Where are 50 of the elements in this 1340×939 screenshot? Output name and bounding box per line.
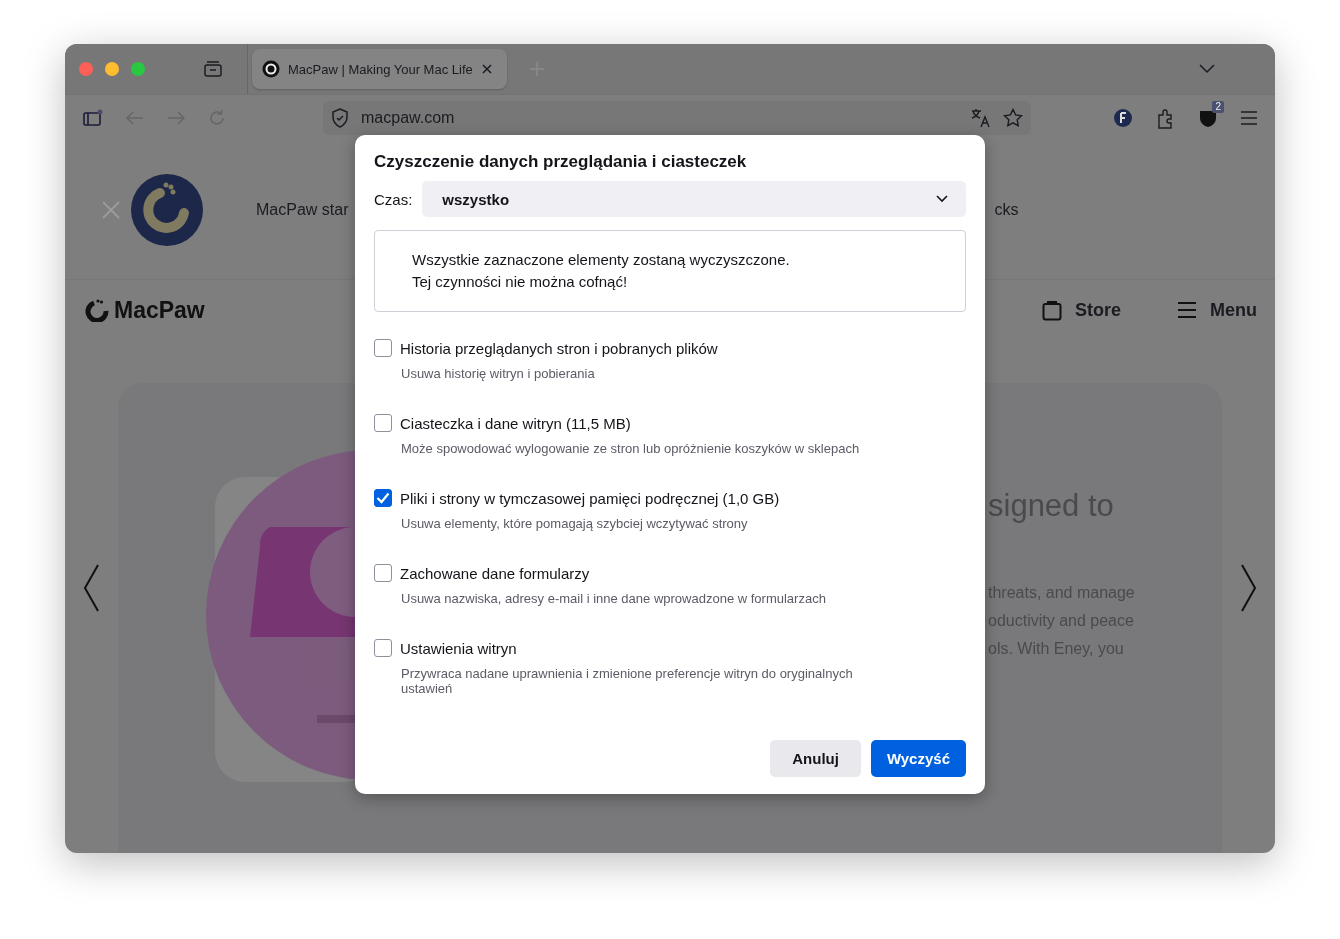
minimize-window-button[interactable] <box>105 62 119 76</box>
logo-icon <box>85 298 109 322</box>
extension-badge: 2 <box>1212 101 1224 113</box>
checkbox[interactable] <box>374 639 392 657</box>
menu-link[interactable]: Menu <box>1177 299 1257 321</box>
option-description: Może spowodować wylogowanie ze stron lub opróżnienie koszyków w sklepach <box>401 441 861 456</box>
banner-text: cks <box>994 201 1019 219</box>
shield-icon <box>331 108 349 128</box>
option-description: Usuwa historię witryn i pobierania <box>401 366 596 381</box>
option-description: Przywraca nadane uprawnienia i zmienione preferencje witryn do oryginalnych ustawień <box>401 666 854 696</box>
option-label: Historia przeglądanych stron i pobranych plików <box>400 339 718 357</box>
time-label: Czas: <box>374 190 413 208</box>
option-label: Zachowane dane formularzy <box>400 564 590 582</box>
tab-overview-icon[interactable] <box>203 60 223 78</box>
cancel-button[interactable]: Anuluj <box>770 740 861 777</box>
option-description: Usuwa nazwiska, adresy e-mail i inne dane wprowadzone w formularzach <box>401 591 827 606</box>
store-link[interactable]: Store <box>1042 299 1121 321</box>
checkbox[interactable] <box>374 489 392 507</box>
warning-text: Wszystkie zaznaczone elementy zostaną wyczyszczone. <box>412 251 791 268</box>
url-text: macpaw.com <box>361 109 455 127</box>
site-favicon-icon <box>262 60 280 78</box>
option-label: Ciasteczka i dane witryn (11,5 MB) <box>400 414 631 432</box>
sidebar-icon[interactable] <box>83 109 103 127</box>
app-logo-icon <box>130 173 204 247</box>
chevron-down-icon <box>936 195 948 203</box>
banner-text: MacPaw star <box>256 201 349 219</box>
time-range-dropdown[interactable]: wszystko <box>422 181 966 217</box>
logo-text: MacPaw <box>114 296 205 324</box>
star-icon[interactable] <box>1003 108 1023 128</box>
zoom-window-button[interactable] <box>131 62 145 76</box>
clear-button[interactable]: Wyczyść <box>870 740 966 777</box>
warning-text: Tej czynności nie można cofnąć! <box>412 273 629 290</box>
checkbox[interactable] <box>374 564 392 582</box>
browser-tab[interactable]: MacPaw | Making Your Mac Life <box>252 49 507 89</box>
chevron-down-icon[interactable] <box>1199 64 1215 74</box>
shield-extension-icon[interactable] <box>1199 108 1217 128</box>
extension-circle-icon[interactable] <box>1113 108 1133 128</box>
option-label: Ustawienia witryn <box>400 639 517 657</box>
close-icon[interactable] <box>480 63 493 75</box>
option-label: Pliki i strony w tymczasowej pamięci podręcznej (1,0 GB) <box>400 489 780 507</box>
checkbox[interactable] <box>374 339 392 357</box>
checkbox[interactable] <box>374 414 392 432</box>
tab-title: MacPaw | Making Your Mac Life <box>288 61 473 77</box>
dialog-title: Czyszczenie danych przeglądania i ciasteczek <box>374 152 748 172</box>
option-description: Usuwa elementy, które pomagają szybciej wczytywać strony <box>401 516 749 531</box>
translate-icon[interactable] <box>971 108 991 128</box>
bag-icon <box>1042 299 1062 321</box>
address-bar[interactable]: macpaw.com <box>323 101 1031 135</box>
menu-icon <box>1177 302 1197 318</box>
menu-icon[interactable] <box>1240 111 1258 125</box>
